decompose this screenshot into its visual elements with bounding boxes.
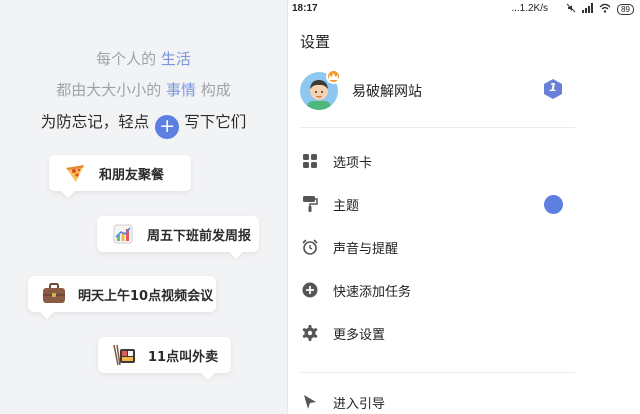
paint-roller-icon [302, 196, 318, 212]
settings-item-label: 主题 [333, 198, 360, 214]
crown-icon [326, 69, 341, 84]
example-task-text: 和朋友聚餐 [99, 167, 165, 183]
network-speed: ...1.2K/s [511, 3, 548, 14]
settings-screen: 18:17 ...1.2K/s 89 设置 易破解网站 1 选项卡 主题 声音与… [288, 0, 640, 414]
promo-line-2-text: 都由大大小小的 [56, 81, 166, 99]
level-badge[interactable]: 1 [542, 78, 564, 100]
settings-item-guide[interactable]: 进入引导 [288, 382, 640, 414]
card-pointer [200, 365, 216, 381]
settings-item-quick-add[interactable]: 快速添加任务 [288, 270, 640, 310]
battery-icon: 89 [617, 4, 634, 15]
settings-item-theme[interactable]: 主题 [288, 184, 640, 224]
settings-item-sound-reminder[interactable]: 声音与提醒 [288, 227, 640, 267]
settings-item-label: 选项卡 [333, 155, 373, 171]
briefcase-icon [40, 280, 68, 308]
status-icons: 89 [566, 3, 634, 16]
add-task-plus-icon: + [155, 115, 180, 139]
status-time: 18:17 [292, 3, 318, 14]
onboarding-panel: 每个人的 生活 都由大大小小的 事情 构成 为防忘记，轻点 + 写下它们 和朋友聚餐… [0, 0, 287, 414]
card-pointer [228, 244, 244, 260]
theme-color-swatch[interactable] [544, 194, 563, 214]
promo-line-1-accent: 生活 [160, 50, 191, 68]
promo-line-2: 都由大大小小的 事情 构成 [0, 79, 287, 100]
chart-notebook-icon [109, 220, 137, 248]
page-title: 设置 [300, 33, 331, 51]
example-task-card: 和朋友聚餐 [49, 155, 191, 199]
example-task-text: 明天上午10点视频会议 [78, 288, 214, 304]
mute-icon [566, 3, 576, 16]
wifi-icon [599, 3, 611, 16]
guide-icon [302, 394, 318, 410]
username[interactable]: 易破解网站 [352, 81, 422, 101]
settings-item-more[interactable]: 更多设置 [288, 313, 640, 353]
example-task-text: 周五下班前发周报 [147, 228, 252, 244]
promo-line-1-text: 每个人的 [96, 50, 161, 68]
promo-line-1: 每个人的 生活 [0, 48, 287, 69]
promo-line-3-text: 为防忘记，轻点 [40, 113, 150, 131]
promo-line-3-suffix: 写下它们 [184, 113, 247, 131]
section-divider [300, 127, 575, 128]
settings-item-tabs[interactable]: 选项卡 [288, 141, 640, 181]
settings-item-label: 更多设置 [333, 327, 386, 343]
promo-line-3: 为防忘记，轻点 + 写下它们 [0, 110, 287, 139]
bento-box-icon [110, 341, 138, 369]
settings-item-label: 声音与提醒 [333, 241, 399, 257]
promo-line-2-suffix: 构成 [196, 81, 231, 99]
example-task-card: 11点叫外卖 [98, 337, 231, 381]
level-number: 1 [549, 81, 557, 94]
pizza-icon [61, 159, 89, 187]
add-circle-icon [302, 282, 318, 298]
status-bar: 18:17 ...1.2K/s 89 [288, 0, 640, 18]
settings-item-label: 进入引导 [333, 396, 386, 412]
alarm-clock-icon [302, 239, 318, 255]
gear-icon [302, 325, 318, 341]
signal-icon [582, 3, 594, 16]
example-task-card: 周五下班前发周报 [97, 216, 259, 260]
settings-item-label: 快速添加任务 [333, 284, 412, 300]
example-task-text: 11点叫外卖 [148, 349, 219, 365]
tabs-grid-icon [302, 153, 318, 169]
section-divider [300, 372, 575, 373]
promo-line-2-accent: 事情 [165, 81, 196, 99]
example-task-card: 明天上午10点视频会议 [28, 276, 216, 320]
